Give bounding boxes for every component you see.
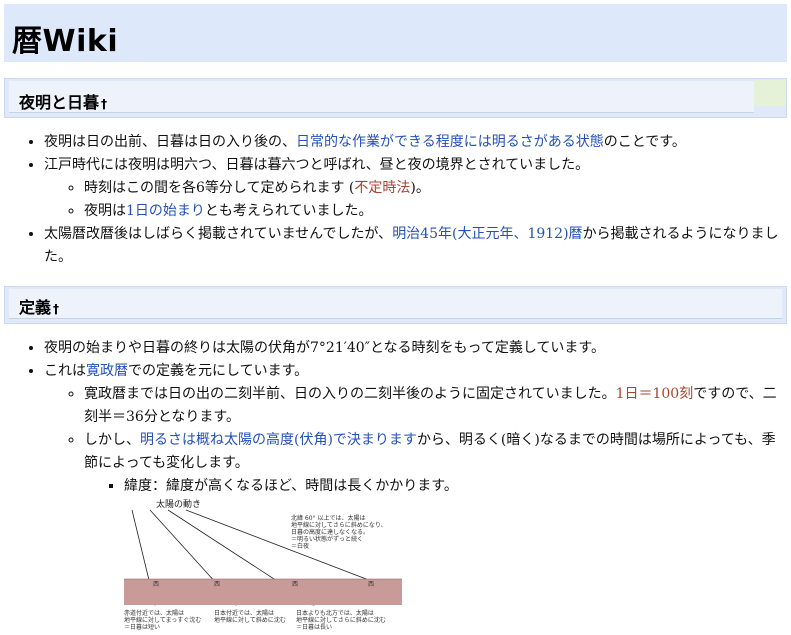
text: のことです。 bbox=[603, 134, 686, 150]
link-brightness-sun-altitude[interactable]: 明るさは概ね太陽の高度(伏角)で決まります bbox=[140, 432, 417, 448]
section-title-text: 夜明と日暮 bbox=[19, 93, 100, 112]
list-item: 江戸時代には夜明は明六つ、日暮は暮六つと呼ばれ、昼と夜の境界とされていました。 … bbox=[44, 154, 791, 223]
list-item: しかし、明るさは概ね太陽の高度(伏角)で決まりますから、明るく(暗く)なるまでの… bbox=[84, 429, 779, 498]
note-equator: 赤道付近では、太陽は 地平線に対してまっすぐ沈む ＝日暮は短い bbox=[124, 609, 201, 631]
text: 太陽暦改暦後はしばらく掲載されていませんでしたが、 bbox=[44, 226, 393, 242]
text: しかし、 bbox=[84, 432, 140, 448]
sub-sub-list: 緯度：緯度が高くなるほど、時間は長くかかります。 bbox=[84, 475, 779, 498]
link-meiji45-calendar[interactable]: 明治45年(大正元年、1912)暦 bbox=[392, 226, 582, 242]
note-line: 日本付近では、太陽は bbox=[214, 609, 274, 617]
note-line: 日暮の高度に達しなくなる。 bbox=[291, 528, 369, 536]
west-label: 西 bbox=[368, 581, 374, 588]
link-kanseireki[interactable]: 寛政暦 bbox=[86, 363, 128, 379]
section-heading-teigi: 定義 † bbox=[4, 286, 787, 324]
west-label: 西 bbox=[214, 581, 220, 588]
list-item: 夜明は1日の始まりとも考えられていました。 bbox=[84, 200, 791, 223]
link-daily-work-brightness[interactable]: 日常的な作業ができる程度には明るさがある状態 bbox=[296, 134, 604, 150]
note-line: 地平線に対して斜めに沈む bbox=[214, 616, 286, 624]
text: 緯度：緯度が高くなるほど、時間は長くかかります。 bbox=[124, 478, 458, 494]
sub-list: 時刻はこの間を各6等分して定められます (不定時法)。 夜明は1日の始まりとも考… bbox=[44, 177, 791, 223]
text: 夜明は bbox=[84, 203, 126, 219]
note-high-latitude: 北緯 60° 以上では、太陽は 地平線に対してさらに斜めになり、 日暮の高度に達… bbox=[291, 514, 387, 550]
text: 寛政暦までは日の出の二刻半前、日の入りの二刻半後のように固定されていました。 bbox=[84, 386, 616, 402]
text: これは bbox=[44, 363, 86, 379]
section-title-teigi: 定義 † bbox=[19, 294, 59, 318]
note-line: 地平線に対してさらに斜めになり、 bbox=[291, 521, 387, 529]
diagram-title: 太陽の動き bbox=[156, 498, 201, 510]
link-futeijiho[interactable]: 不定時法 bbox=[354, 180, 410, 196]
bullet-list: 夜明は日の出前、日暮は日の入り後の、日常的な作業ができる程度には明るさがある状態… bbox=[0, 131, 791, 269]
list-item: 緯度：緯度が高くなるほど、時間は長くかかります。 bbox=[124, 475, 779, 498]
text: での定義を元にしています。 bbox=[128, 363, 309, 379]
note-line: ＝日暮は長い bbox=[296, 623, 332, 631]
text: 夜明は日の出前、日暮は日の入り後の、 bbox=[44, 134, 296, 150]
sub-list: 寛政暦までは日の出の二刻半前、日の入りの二刻半後のように固定されていました。1日… bbox=[44, 383, 779, 498]
section-anchor-link[interactable]: † bbox=[101, 97, 107, 111]
note-line: ＝白夜 bbox=[291, 542, 309, 550]
bullet-list: 夜明の始まりや日暮の終りは太陽の伏角が7°21′40″となる時刻をもって定義して… bbox=[0, 337, 791, 498]
text: 時刻はこの間を各6等分して定められます ( bbox=[84, 180, 355, 196]
list-item: 夜明は日の出前、日暮は日の入り後の、日常的な作業ができる程度には明るさがある状態… bbox=[44, 131, 791, 154]
section-heading-yoake: 夜明と日暮 † bbox=[4, 78, 787, 118]
list-item: これは寛政暦での定義を元にしています。 寛政暦までは日の出の二刻半前、日の入りの… bbox=[44, 360, 791, 498]
note-line: 北緯 60° 以上では、太陽は bbox=[291, 514, 365, 522]
west-label: 西 bbox=[292, 581, 298, 588]
text: 夜明の始まりや日暮の終りは太陽の伏角が7°21′40″となる時刻をもって定義して… bbox=[44, 340, 606, 356]
list-item: 夜明の始まりや日暮の終りは太陽の伏角が7°21′40″となる時刻をもって定義して… bbox=[44, 337, 791, 360]
list-item: 太陽暦改暦後はしばらく掲載されていませんでしたが、明治45年(大正元年、1912… bbox=[44, 223, 781, 269]
list-item: 寛政暦までは日の出の二刻半前、日の入りの二刻半後のように固定されていました。1日… bbox=[84, 383, 779, 429]
section-content-teigi: 夜明の始まりや日暮の終りは太陽の伏角が7°21′40″となる時刻をもって定義して… bbox=[0, 337, 791, 498]
note-line: 地平線に対してさらに斜めに沈む bbox=[296, 616, 386, 624]
section-heading-inner bbox=[9, 81, 754, 113]
text: とも考えられていました。 bbox=[204, 203, 373, 219]
link-100-koku[interactable]: 1日＝100刻 bbox=[616, 386, 694, 402]
section-title-yoake: 夜明と日暮 † bbox=[19, 89, 107, 113]
note-line: ＝日暮は短い bbox=[124, 623, 160, 631]
note-line: ＝明るい状態がずっと続く bbox=[291, 535, 363, 543]
green-corner-box bbox=[754, 79, 786, 106]
horizon-band bbox=[124, 579, 402, 605]
section-title-text: 定義 bbox=[19, 298, 52, 317]
section-anchor-link[interactable]: † bbox=[53, 302, 59, 316]
site-title[interactable]: 暦Wiki bbox=[12, 16, 118, 60]
sun-movement-diagram: 太陽の動き 西 西 西 西 北緯 60° 以上では、太陽は 地平線に対してさらに… bbox=[124, 498, 402, 631]
note-line: 日本よりも北方では、太陽は bbox=[296, 609, 374, 617]
site-header: 暦Wiki bbox=[4, 4, 787, 62]
text: )。 bbox=[410, 180, 430, 196]
text: 江戸時代には夜明は明六つ、日暮は暮六つと呼ばれ、昼と夜の境界とされていました。 bbox=[44, 157, 590, 173]
link-start-of-day[interactable]: 1日の始まり bbox=[126, 203, 205, 219]
section-heading-inner bbox=[9, 289, 782, 319]
west-label: 西 bbox=[153, 581, 159, 588]
note-line: 赤道付近では、太陽は bbox=[124, 609, 184, 617]
note-japan: 日本付近では、太陽は 地平線に対して斜めに沈む bbox=[214, 609, 286, 624]
note-line: 地平線に対してまっすぐ沈む bbox=[124, 616, 201, 624]
note-north: 日本よりも北方では、太陽は 地平線に対してさらに斜めに沈む ＝日暮は長い bbox=[296, 609, 386, 631]
list-item: 時刻はこの間を各6等分して定められます (不定時法)。 bbox=[84, 177, 791, 200]
section-content-yoake: 夜明は日の出前、日暮は日の入り後の、日常的な作業ができる程度には明るさがある状態… bbox=[0, 131, 791, 269]
